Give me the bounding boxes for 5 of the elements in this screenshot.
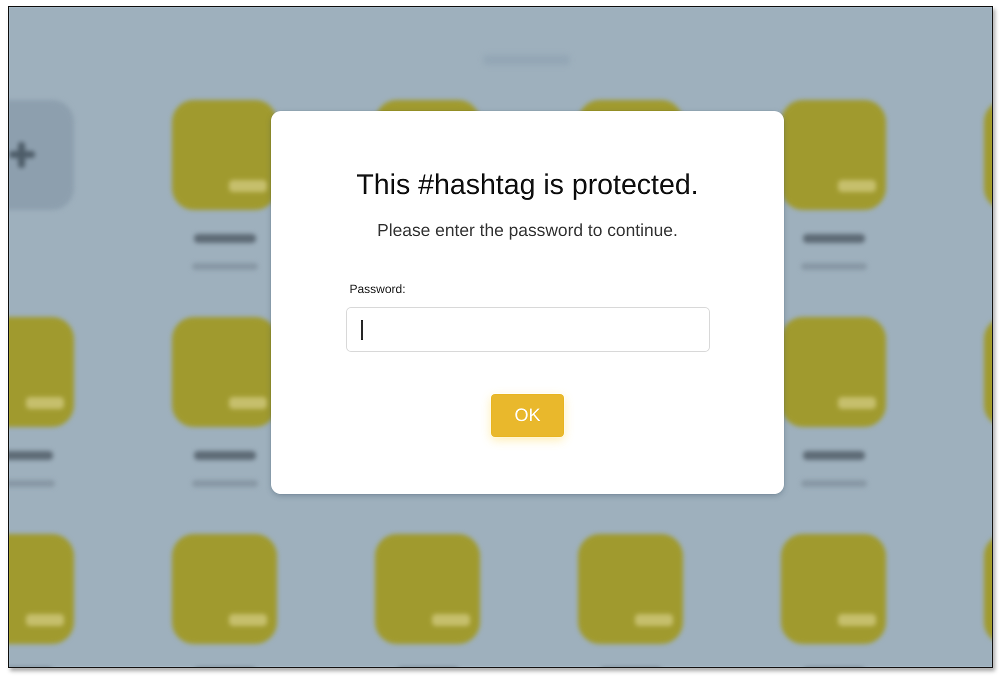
dialog-title: This #hashtag is protected. (356, 168, 699, 202)
password-field[interactable] (346, 307, 710, 352)
password-label: Password: (350, 282, 406, 296)
dialog-message: Please enter the password to continue. (377, 220, 678, 241)
ok-button[interactable]: OK (491, 394, 564, 437)
